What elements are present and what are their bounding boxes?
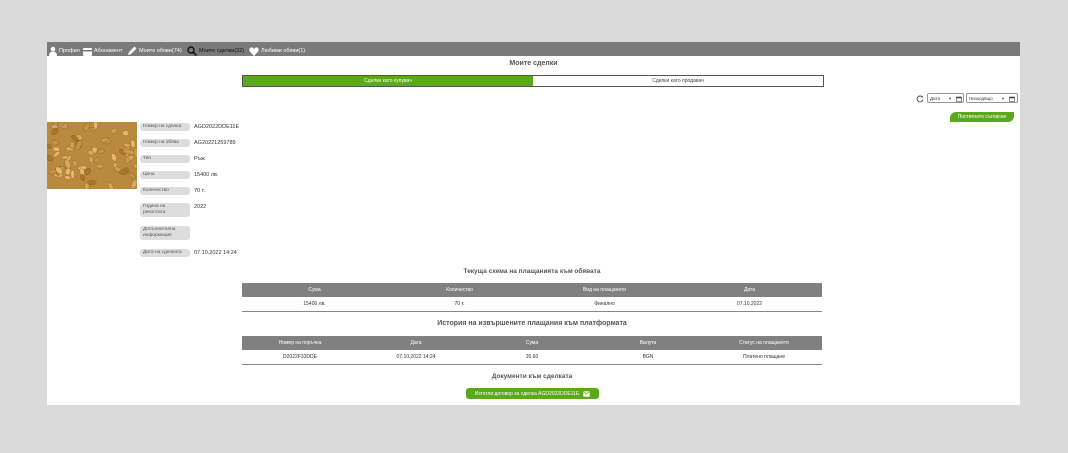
grain-texture (70, 169, 75, 179)
sort-field-select[interactable]: Дата ▼ (927, 93, 964, 103)
table-cell: 07.10.2022 14:24 (396, 354, 436, 360)
grain-texture (125, 156, 130, 164)
price-value: 15400 лв. (194, 172, 219, 178)
price-label: Цена (140, 171, 190, 179)
chevron-down-icon: ▼ (948, 96, 952, 101)
calendar-icon (1009, 96, 1015, 102)
tab-buyer-deals[interactable]: Сделки като купувач (243, 76, 533, 86)
nav-favorites[interactable]: Любими обяви(1) (249, 43, 305, 56)
sort-order-select[interactable]: Низходящо ▼ (966, 93, 1018, 103)
payments-history-table: Номер на поръчка Дата Сума Валута Статус… (242, 336, 822, 365)
calendar-icon (956, 96, 962, 102)
listing-number-label: Номер на обява (140, 139, 190, 147)
nav-profile-label: Профил (59, 48, 80, 54)
nav-favorites-label: Любими обяви(1) (261, 48, 306, 54)
column-header: Дата (743, 287, 756, 293)
listing-number-value: AG20221259789 (194, 140, 236, 146)
deal-role-tabs: Сделки като купувач Сделки като продавач (242, 75, 824, 87)
column-header: Вид на плащането (582, 287, 627, 293)
table-cell: 35.60 (525, 354, 539, 360)
grain-texture (95, 164, 104, 169)
grain-texture (122, 130, 129, 136)
download-contract-button[interactable]: Изтегли договор за сделка AGD2022DDE11E (466, 388, 599, 399)
table-cell: BGN (642, 354, 654, 360)
documents-title: Документи към сделката (491, 373, 573, 380)
payment-scheme-table: Сума Количество Вид на плащането Дата 15… (242, 283, 822, 312)
sort-order-value: Низходящо (969, 96, 993, 101)
table-cell: 15400 лв. (303, 301, 326, 307)
table-cell: Платено плащане (743, 354, 785, 360)
grain-texture (119, 169, 128, 176)
page-title: Моите сделки (509, 60, 558, 67)
table-header-row: Номер на поръчка Дата Сума Валута Статус… (242, 336, 822, 350)
column-header: Сума (525, 340, 539, 346)
harvest-year-value: 2022 (194, 204, 207, 210)
deal-number-value: AGD2022DDE11E (194, 124, 240, 130)
quantity-label: Количество (140, 187, 190, 195)
table-row: 15400 лв. 70 т. Финално 07.10.2022 (242, 297, 822, 311)
product-image (47, 122, 137, 189)
user-icon (49, 46, 57, 56)
table-cell: 07.10.2022 (736, 301, 763, 307)
table-header-row: Сума Количество Вид на плащането Дата (242, 283, 822, 297)
download-contract-label: Изтегли договор за сделка AGD2022DDE11E (474, 390, 580, 397)
pencil-icon (128, 46, 137, 55)
chevron-down-icon: ▼ (1001, 96, 1005, 101)
column-header: Статус на плащането (739, 340, 789, 346)
additional-info-label: Допълнителна информация (140, 226, 190, 240)
payments-history-title: История на извършените плащания към плат… (437, 320, 627, 327)
card-icon (83, 48, 92, 56)
search-icon (187, 46, 197, 56)
nav-my-deals-label: Моите сделки(32) (199, 48, 245, 54)
nav-subscription-label: Абонамент (94, 48, 123, 54)
column-header: Количество (446, 287, 473, 293)
table-cell: 70 т. (454, 301, 465, 307)
deal-date-value: 07.10.2022 14:24 (194, 250, 237, 256)
document-icon (583, 390, 590, 397)
refresh-icon[interactable] (916, 95, 924, 103)
payment-scheme-title: Текуща схема на плащанията към обявата (463, 268, 601, 275)
nav-my-listings[interactable]: Моите обяви(74) (127, 43, 182, 56)
table-cell: Финално (594, 301, 615, 307)
column-header: Дата (410, 340, 422, 346)
column-header: Номер на поръчка (278, 340, 322, 346)
deal-number-label: Номер на сделка (140, 123, 190, 131)
column-header: Валута (639, 340, 657, 346)
agreement-reached-badge: Постигнато съгласие (950, 112, 1014, 122)
deal-date-label: Дата на сделката (140, 249, 190, 257)
nav-profile[interactable]: Профил (49, 43, 80, 56)
grain-texture (93, 122, 98, 130)
nav-my-listings-label: Моите обяви(74) (139, 48, 182, 54)
page: Профил Абонамент Моите обяви(74) Моите с… (47, 42, 1020, 405)
quantity-value: 70 т. (194, 188, 206, 194)
tab-seller-deals[interactable]: Сделки като продавач (533, 76, 823, 86)
table-cell: D2022F33DDE (283, 354, 317, 360)
type-label: Тип (140, 155, 190, 163)
screenshot-frame: Профил Абонамент Моите обяви(74) Моите с… (0, 0, 1068, 453)
heart-icon (249, 47, 259, 56)
top-nav-bar: Профил Абонамент Моите обяви(74) Моите с… (47, 42, 1020, 56)
table-row: D2022F33DDE 07.10.2022 14:24 35.60 BGN П… (242, 350, 822, 364)
column-header: Сума (308, 287, 321, 293)
nav-subscription[interactable]: Абонамент (83, 43, 122, 56)
type-value: Ръж (194, 156, 205, 162)
harvest-year-label: Година на реколтата (140, 203, 190, 217)
nav-my-deals[interactable]: Моите сделки(32) (187, 43, 244, 56)
sort-field-value: Дата (930, 96, 940, 101)
